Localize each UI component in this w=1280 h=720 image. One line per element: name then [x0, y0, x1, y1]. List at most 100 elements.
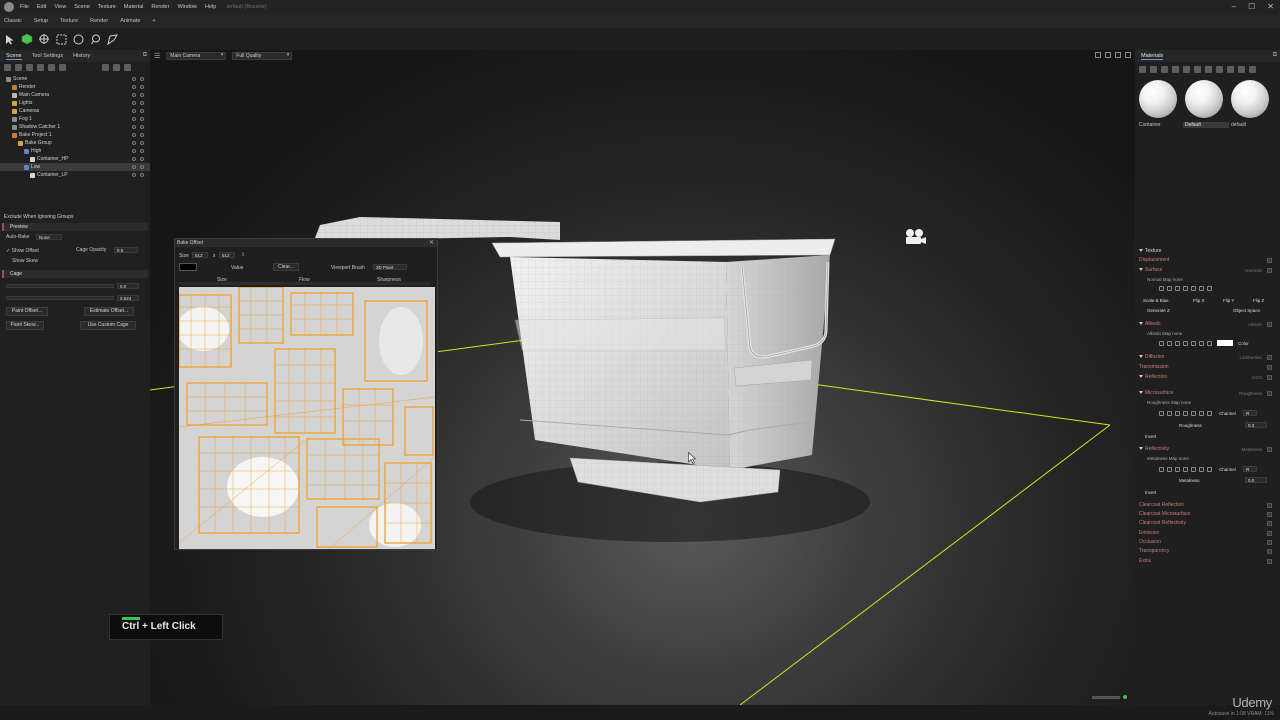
lock-icon[interactable]: [132, 125, 136, 129]
preview-section-header[interactable]: Preview: [2, 223, 148, 231]
menu-help[interactable]: Help: [205, 4, 216, 10]
viewport-popout-icon[interactable]: [1125, 52, 1131, 58]
eye-icon[interactable]: [140, 101, 144, 105]
flip-x-toggle[interactable]: Flip X: [1193, 298, 1205, 303]
panel-popout-icon[interactable]: ⧉: [1273, 52, 1277, 59]
visibility-lock-icons[interactable]: [132, 133, 144, 137]
visibility-lock-icons[interactable]: [132, 165, 144, 169]
transmission-section[interactable]: Transmission: [1139, 364, 1276, 371]
estimate-offset-button[interactable]: Estimate Offset...: [84, 307, 134, 316]
dialog-close-icon[interactable]: ✕: [429, 239, 434, 247]
eye-icon[interactable]: [140, 173, 144, 177]
min-offset-field[interactable]: 0.0: [117, 283, 139, 289]
add-group-icon[interactable]: [37, 64, 44, 71]
save-material-icon[interactable]: [1194, 66, 1201, 73]
close-window-button[interactable]: ✕: [1267, 2, 1274, 11]
menu-file[interactable]: File: [20, 4, 29, 10]
material-name-default-2[interactable]: default: [1229, 122, 1275, 128]
metalness-invert-toggle[interactable]: Invert: [1145, 490, 1156, 495]
tab-classic[interactable]: Classic: [4, 18, 22, 24]
tab-setup[interactable]: Setup: [34, 18, 48, 24]
normal-map-tools[interactable]: [1159, 286, 1212, 291]
paint-offset-button[interactable]: Paint Offset...: [6, 307, 48, 316]
tree-item[interactable]: Bake Project 1: [0, 131, 150, 139]
tree-item[interactable]: Low: [0, 163, 150, 171]
material-ball-container[interactable]: [1139, 80, 1177, 118]
lock-icon[interactable]: [132, 141, 136, 145]
value-color-swatch[interactable]: [179, 263, 197, 271]
rect-select-icon[interactable]: [55, 33, 67, 45]
add-shadow-icon[interactable]: [59, 64, 66, 71]
lock-icon[interactable]: [132, 173, 136, 177]
tree-item[interactable]: Shadow Catcher 1: [0, 123, 150, 131]
offset-map-canvas[interactable]: [179, 287, 435, 549]
eye-icon[interactable]: [140, 141, 144, 145]
tree-item[interactable]: Bake Group: [0, 139, 150, 147]
visibility-lock-icons[interactable]: [132, 149, 144, 153]
delete-icon[interactable]: [124, 64, 131, 71]
visibility-lock-icons[interactable]: [132, 109, 144, 113]
tree-item[interactable]: Render: [0, 83, 150, 91]
camera-dropdown[interactable]: Main Camera: [166, 52, 227, 60]
visibility-lock-icons[interactable]: [132, 141, 144, 145]
roughness-channel-dropdown[interactable]: R: [1243, 410, 1257, 416]
eye-icon[interactable]: [140, 93, 144, 97]
material-library-icon[interactable]: [1172, 66, 1179, 73]
eye-icon[interactable]: [140, 133, 144, 137]
flip-y-toggle[interactable]: Flip Y: [1223, 298, 1234, 303]
lock-icon[interactable]: [132, 101, 136, 105]
tree-item[interactable]: High: [0, 147, 150, 155]
duplicate-icon[interactable]: [113, 64, 120, 71]
add-object-icon[interactable]: [4, 64, 11, 71]
menu-view[interactable]: View: [54, 4, 66, 10]
tab-scene[interactable]: Scene: [6, 53, 22, 60]
extra-section[interactable]: Extra: [1139, 558, 1276, 565]
tab-tool-settings[interactable]: Tool Settings: [32, 53, 64, 59]
assign-material-icon[interactable]: [1227, 66, 1234, 73]
material-name-container[interactable]: Container: [1137, 122, 1183, 128]
timeline-scrubber[interactable]: [1092, 695, 1120, 699]
tree-item[interactable]: Lights: [0, 99, 150, 107]
eye-icon[interactable]: [140, 77, 144, 81]
metalness-field[interactable]: 0.0: [1245, 477, 1267, 483]
lock-icon[interactable]: [132, 85, 136, 89]
clearcoat-reflectivity-section[interactable]: Clearcoat Reflectivity: [1139, 520, 1276, 527]
menu-material[interactable]: Material: [124, 4, 144, 10]
exclude-ignoring-groups[interactable]: Exclude When Ignoring Groups: [4, 214, 146, 222]
material-ball-icon[interactable]: [1161, 66, 1168, 73]
clear-button[interactable]: Clear...: [273, 263, 299, 271]
quality-dropdown[interactable]: Full Quality: [232, 52, 293, 60]
albedo-color-swatch[interactable]: [1217, 340, 1233, 346]
tree-item[interactable]: Container_LP: [0, 171, 150, 179]
show-skew-checkbox[interactable]: Show Skew: [12, 258, 38, 264]
reflectivity-section[interactable]: Reflectivity Metalness: [1139, 446, 1276, 453]
viewport-layout-icon[interactable]: [1115, 52, 1121, 58]
refresh-material-icon[interactable]: [1249, 66, 1256, 73]
clearcoat-reflection-section[interactable]: Clearcoat Reflection: [1139, 502, 1276, 509]
scale-bias-toggle[interactable]: Scale & Bias: [1143, 298, 1169, 303]
visibility-lock-icons[interactable]: [132, 77, 144, 81]
visibility-lock-icons[interactable]: [132, 125, 144, 129]
tree-item[interactable]: Fog 1: [0, 115, 150, 123]
delete-material-icon[interactable]: [1205, 66, 1212, 73]
lock-icon[interactable]: [132, 149, 136, 153]
folder-icon[interactable]: [1183, 66, 1190, 73]
material-name-default[interactable]: Default: [1183, 122, 1229, 128]
maximize-button[interactable]: ☐: [1248, 2, 1255, 11]
menu-render[interactable]: Render: [151, 4, 169, 10]
add-material-icon[interactable]: [1139, 66, 1146, 73]
eye-icon[interactable]: [140, 85, 144, 89]
cage-section-header[interactable]: Cage: [2, 270, 148, 278]
import-material-icon[interactable]: [1150, 66, 1157, 73]
tab-add[interactable]: +: [152, 18, 155, 24]
clearcoat-microsurface-section[interactable]: Clearcoat Microsurface: [1139, 511, 1276, 518]
tree-item[interactable]: Container_HP: [0, 155, 150, 163]
visibility-lock-icons[interactable]: [132, 157, 144, 161]
panel-close-icon[interactable]: ⧉: [143, 52, 147, 59]
transform-tool-icon[interactable]: [38, 33, 50, 45]
occlusion-section[interactable]: Occlusion: [1139, 539, 1276, 546]
folder-icon[interactable]: [102, 64, 109, 71]
albedo-section[interactable]: Albedo Albedo: [1139, 321, 1276, 328]
camera-icon[interactable]: [903, 228, 927, 246]
polygon-select-icon[interactable]: [106, 33, 118, 45]
